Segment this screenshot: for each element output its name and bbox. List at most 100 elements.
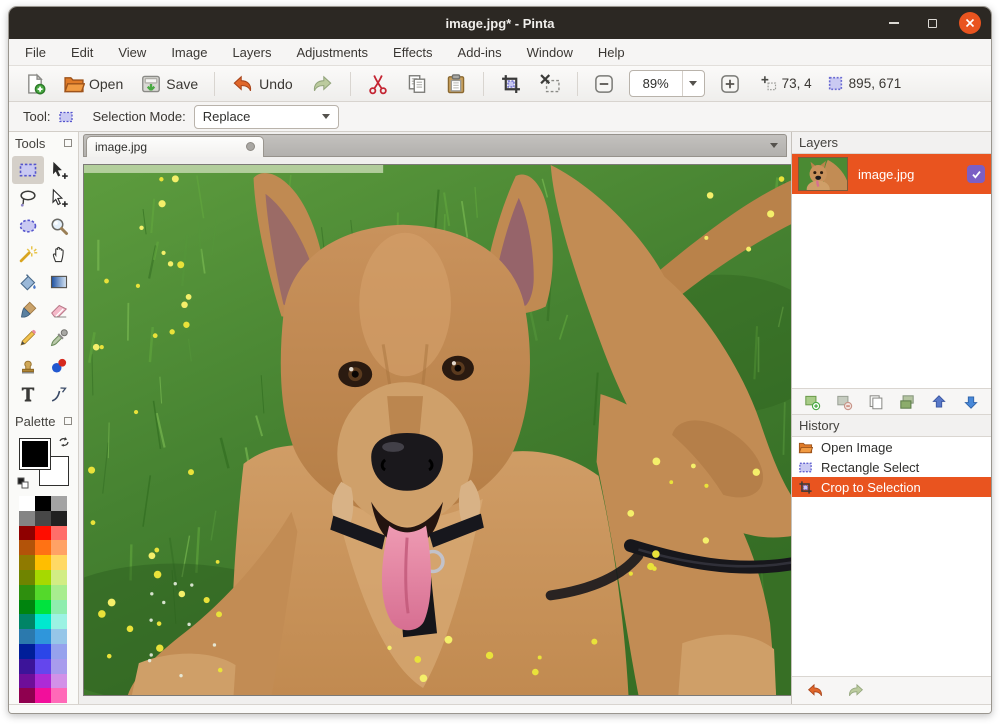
deselect-button[interactable]	[534, 70, 566, 98]
copy-button[interactable]	[401, 70, 433, 98]
tool-clone-stamp[interactable]	[12, 352, 44, 380]
palette-swatch-9-2[interactable]	[51, 629, 67, 644]
tool-pan[interactable]	[44, 240, 76, 268]
palette-swatch-11-0[interactable]	[19, 659, 35, 674]
paste-button[interactable]	[440, 70, 472, 98]
tab-list-dropdown[interactable]	[770, 143, 778, 148]
palette-swatch-3-0[interactable]	[19, 540, 35, 555]
history-undo-button[interactable]	[802, 680, 828, 702]
palette-swatch-2-2[interactable]	[51, 526, 67, 541]
palette-swatch-2-0[interactable]	[19, 526, 35, 541]
tool-color-picker[interactable]	[44, 324, 76, 352]
palette-swatch-12-2[interactable]	[51, 674, 67, 689]
open-button[interactable]: Open	[58, 70, 128, 98]
merge-layer-down-button[interactable]	[894, 391, 920, 413]
palette-swatch-3-1[interactable]	[35, 540, 51, 555]
cut-button[interactable]	[362, 70, 394, 98]
tool-paint-bucket[interactable]	[12, 268, 44, 296]
palette-swatch-5-1[interactable]	[35, 570, 51, 585]
palette-swatch-9-0[interactable]	[19, 629, 35, 644]
tool-ellipse-select[interactable]	[12, 212, 44, 240]
palette-swatch-13-0[interactable]	[19, 688, 35, 703]
minimize-button[interactable]	[883, 12, 905, 34]
palette-swatch-13-1[interactable]	[35, 688, 51, 703]
menu-help[interactable]: Help	[598, 45, 625, 60]
palette-swatch-6-2[interactable]	[51, 585, 67, 600]
layer-row-imagejpg[interactable]: image.jpg	[792, 154, 991, 194]
zoom-in-button[interactable]	[715, 71, 745, 97]
tool-text[interactable]	[12, 380, 44, 408]
tool-gradient[interactable]	[44, 268, 76, 296]
swap-colors-icon[interactable]	[58, 436, 70, 448]
palette-swatch-7-0[interactable]	[19, 600, 35, 615]
palette-swatch-11-2[interactable]	[51, 659, 67, 674]
palette-panel-collapse-button[interactable]	[64, 417, 72, 425]
menu-adjustments[interactable]: Adjustments	[296, 45, 368, 60]
tool-move-selection[interactable]	[44, 184, 76, 212]
palette-swatch-10-0[interactable]	[19, 644, 35, 659]
palette-swatch-5-2[interactable]	[51, 570, 67, 585]
menu-layers[interactable]: Layers	[232, 45, 271, 60]
layer-visibility-checkbox[interactable]	[967, 165, 985, 183]
menu-edit[interactable]: Edit	[71, 45, 93, 60]
palette-swatch-4-0[interactable]	[19, 555, 35, 570]
close-button[interactable]	[959, 12, 981, 34]
history-item-rectangle-select[interactable]: Rectangle Select	[792, 457, 991, 477]
palette-swatch-7-1[interactable]	[35, 600, 51, 615]
maximize-button[interactable]	[921, 12, 943, 34]
delete-layer-button[interactable]	[831, 391, 857, 413]
history-item-open-image[interactable]: Open Image	[792, 437, 991, 457]
menu-effects[interactable]: Effects	[393, 45, 433, 60]
palette-swatch-6-0[interactable]	[19, 585, 35, 600]
palette-swatch-9-1[interactable]	[35, 629, 51, 644]
redo-button[interactable]	[305, 69, 339, 99]
menu-addins[interactable]: Add-ins	[458, 45, 502, 60]
menu-window[interactable]: Window	[527, 45, 573, 60]
canvas-image[interactable]	[83, 164, 795, 696]
save-button[interactable]: Save	[135, 70, 203, 98]
palette-swatch-12-0[interactable]	[19, 674, 35, 689]
palette-swatch-8-1[interactable]	[35, 614, 51, 629]
zoom-level-combobox[interactable]: 89%	[629, 70, 705, 97]
crop-to-selection-button[interactable]	[495, 70, 527, 98]
palette-swatch-4-2[interactable]	[51, 555, 67, 570]
menu-image[interactable]: Image	[171, 45, 207, 60]
tools-panel-collapse-button[interactable]	[64, 139, 72, 147]
zoom-dropdown-arrow[interactable]	[682, 71, 704, 96]
title-bar[interactable]: image.jpg* - Pinta	[9, 7, 991, 39]
palette-swatch-2-1[interactable]	[35, 526, 51, 541]
tool-zoom-tool[interactable]	[44, 212, 76, 240]
add-layer-button[interactable]	[799, 391, 825, 413]
palette-swatch-10-2[interactable]	[51, 644, 67, 659]
palette-swatch-13-2[interactable]	[51, 688, 67, 703]
tool-paintbrush[interactable]	[12, 296, 44, 324]
foreground-color-swatch[interactable]	[19, 438, 51, 470]
tool-lasso-select[interactable]	[12, 184, 44, 212]
selection-mode-combobox[interactable]: Replace	[194, 105, 339, 129]
palette-swatch-8-0[interactable]	[19, 614, 35, 629]
duplicate-layer-button[interactable]	[863, 391, 889, 413]
tool-pencil[interactable]	[12, 324, 44, 352]
palette-swatch-11-1[interactable]	[35, 659, 51, 674]
palette-swatch-0-2[interactable]	[51, 496, 67, 511]
palette-swatch-7-2[interactable]	[51, 600, 67, 615]
zoom-out-button[interactable]	[589, 71, 619, 97]
palette-swatch-12-1[interactable]	[35, 674, 51, 689]
palette-swatch-6-1[interactable]	[35, 585, 51, 600]
tool-recolor[interactable]	[44, 352, 76, 380]
palette-swatch-1-2[interactable]	[51, 511, 67, 526]
menu-view[interactable]: View	[118, 45, 146, 60]
palette-swatch-5-0[interactable]	[19, 570, 35, 585]
tool-move-selected[interactable]	[44, 156, 76, 184]
undo-button[interactable]: Undo	[226, 69, 297, 99]
palette-swatch-4-1[interactable]	[35, 555, 51, 570]
new-image-button[interactable]	[19, 70, 51, 98]
history-redo-button[interactable]	[842, 680, 868, 702]
layer-up-button[interactable]	[926, 391, 952, 413]
tool-magic-wand[interactable]	[12, 240, 44, 268]
tool-eraser[interactable]	[44, 296, 76, 324]
tab-close-button[interactable]	[246, 142, 255, 151]
history-item-crop-to-selection[interactable]: Crop to Selection	[792, 477, 991, 497]
tool-rectangle-select[interactable]	[12, 156, 44, 184]
tool-line-curve[interactable]	[44, 380, 76, 408]
